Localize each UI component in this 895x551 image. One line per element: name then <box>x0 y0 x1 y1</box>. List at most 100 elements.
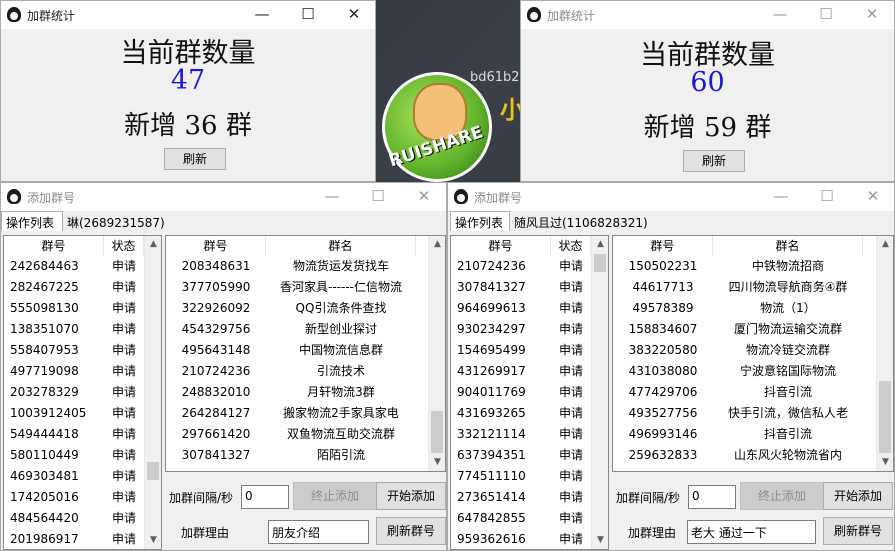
column-header-status[interactable]: 状态 <box>104 236 144 256</box>
table-row[interactable]: 549444418 申请 <box>4 424 144 445</box>
table-row[interactable]: 964699613 申请 <box>451 298 591 319</box>
table-row[interactable]: 297661420 双鱼物流互助交流群 <box>166 424 416 445</box>
refresh-button[interactable]: 刷新 <box>164 148 226 170</box>
table-row[interactable]: 242684463 申请 <box>4 256 144 277</box>
table-row[interactable]: 150502231 中铁物流招商 <box>613 256 863 277</box>
table-row[interactable]: 259632833 山东风火轮物流省内 <box>613 445 863 466</box>
table-row[interactable]: 49578389 物流（1） <box>613 298 863 319</box>
tab-operation-list[interactable]: 操作列表 <box>450 211 510 231</box>
scroll-up-arrow-icon[interactable]: ▲ <box>877 236 893 253</box>
table-row[interactable]: 431693265 申请 <box>451 403 591 424</box>
table-row[interactable]: 210724236 引流技术 <box>166 361 416 382</box>
table-row[interactable]: 431269917 申请 <box>451 361 591 382</box>
group-search-list[interactable]: 群号 群名 150502231 中铁物流招商 44617713 四川物流导航商务④群 4… <box>612 235 894 472</box>
table-row[interactable]: 774511110 申请 <box>451 466 591 487</box>
refresh-button[interactable]: 刷新 <box>683 150 745 172</box>
maximize-button[interactable]: ☐ <box>355 183 401 211</box>
vertical-scrollbar[interactable]: ▲ ▼ <box>144 236 161 549</box>
table-row[interactable]: 158834607 厦门物流运输交流群 <box>613 319 863 340</box>
scroll-down-arrow-icon[interactable]: ▼ <box>145 532 161 549</box>
table-row[interactable]: 273651414 申请 <box>451 487 591 508</box>
table-row[interactable]: 493527756 快手引流，微信私人老 <box>613 403 863 424</box>
column-header-group-name[interactable]: 群名 <box>266 236 416 256</box>
vertical-scrollbar[interactable]: ▲ ▼ <box>428 236 445 471</box>
table-row[interactable]: 322926092 QQ引流条件查找 <box>166 298 416 319</box>
table-row[interactable]: 647842855 申请 <box>451 508 591 529</box>
table-row[interactable]: 904011769 申请 <box>451 382 591 403</box>
scroll-down-arrow-icon[interactable]: ▼ <box>877 454 893 471</box>
table-row[interactable]: 44617713 四川物流导航商务④群 <box>613 277 863 298</box>
start-add-button[interactable]: 开始添加 <box>823 482 893 510</box>
stop-add-button[interactable]: 终止添加 <box>293 482 377 510</box>
vertical-scrollbar[interactable]: ▲ ▼ <box>876 236 893 471</box>
scroll-thumb[interactable] <box>879 381 891 453</box>
table-row[interactable]: 431038080 宁波意铭国际物流 <box>613 361 863 382</box>
table-row[interactable]: 203278329 申请 <box>4 382 144 403</box>
minimize-button[interactable]: — <box>239 1 285 29</box>
column-header-group-id[interactable]: 群号 <box>613 236 713 256</box>
table-row[interactable]: 174205016 申请 <box>4 487 144 508</box>
table-row[interactable]: 495643148 中国物流信息群 <box>166 340 416 361</box>
scroll-down-arrow-icon[interactable]: ▼ <box>429 454 445 471</box>
refresh-groups-button[interactable]: 刷新群号 <box>376 517 446 545</box>
table-row[interactable]: 555098130 申请 <box>4 298 144 319</box>
tab-operation-list[interactable]: 操作列表 <box>1 211 63 231</box>
table-row[interactable]: 248832010 月轩物流3群 <box>166 382 416 403</box>
minimize-button[interactable]: — <box>757 1 803 29</box>
table-row[interactable]: 637394351 申请 <box>451 445 591 466</box>
column-header-group-id[interactable]: 群号 <box>451 236 551 256</box>
group-search-list[interactable]: 群号 群名 208348631 物流货运发货找车 377705990 香河家具----… <box>165 235 446 472</box>
column-header-status[interactable]: 状态 <box>551 236 591 256</box>
applied-group-list[interactable]: 群号 状态 242684463 申请 282467225 申请 555098130 申请 1… <box>3 235 162 550</box>
table-row[interactable]: 154695499 申请 <box>451 340 591 361</box>
table-row[interactable]: 496993146 抖音引流 <box>613 424 863 445</box>
maximize-button[interactable]: ☐ <box>285 1 331 29</box>
table-row[interactable]: 930234297 申请 <box>451 319 591 340</box>
table-row[interactable]: 264284127 搬家物流2手家具家电 <box>166 403 416 424</box>
start-add-button[interactable]: 开始添加 <box>376 482 446 510</box>
scroll-up-arrow-icon[interactable]: ▲ <box>592 236 608 253</box>
interval-input[interactable]: 0 <box>688 485 736 509</box>
table-row[interactable]: 332121114 申请 <box>451 424 591 445</box>
scroll-thumb[interactable] <box>594 254 606 272</box>
table-row[interactable]: 210724236 申请 <box>451 256 591 277</box>
table-row[interactable]: 208348631 物流货运发货找车 <box>166 256 416 277</box>
table-row[interactable]: 1003912405 申请 <box>4 403 144 424</box>
maximize-button[interactable]: ☐ <box>803 1 849 29</box>
table-row[interactable]: 282467225 申请 <box>4 277 144 298</box>
interval-input[interactable]: 0 <box>241 485 289 509</box>
maximize-button[interactable]: ☐ <box>804 183 850 211</box>
column-header-group-name[interactable]: 群名 <box>713 236 863 256</box>
scroll-up-arrow-icon[interactable]: ▲ <box>145 236 161 253</box>
table-row[interactable]: 580110449 申请 <box>4 445 144 466</box>
scroll-thumb[interactable] <box>431 411 443 453</box>
table-row[interactable]: 469303481 申请 <box>4 466 144 487</box>
table-row[interactable]: 377705990 香河家具------仁信物流 <box>166 277 416 298</box>
table-row[interactable]: 558407953 申请 <box>4 340 144 361</box>
table-row[interactable]: 959362616 申请 <box>451 529 591 549</box>
close-button[interactable]: ✕ <box>850 183 895 211</box>
close-button[interactable]: ✕ <box>331 1 377 29</box>
table-row[interactable]: 383220580 物流冷链交流群 <box>613 340 863 361</box>
scroll-up-arrow-icon[interactable]: ▲ <box>429 236 445 253</box>
table-row[interactable]: 484564420 申请 <box>4 508 144 529</box>
column-header-group-id[interactable]: 群号 <box>4 236 104 256</box>
table-row[interactable]: 307841327 陌陌引流 <box>166 445 416 466</box>
close-button[interactable]: ✕ <box>849 1 895 29</box>
table-row[interactable]: 201986917 申请 <box>4 529 144 549</box>
vertical-scrollbar[interactable]: ▲ ▼ <box>591 236 608 549</box>
applied-group-list[interactable]: 群号 状态 210724236 申请 307841327 申请 964699613 申请 9… <box>450 235 609 550</box>
table-row[interactable]: 497719098 申请 <box>4 361 144 382</box>
stop-add-button[interactable]: 终止添加 <box>740 482 824 510</box>
minimize-button[interactable]: — <box>309 183 355 211</box>
table-row[interactable]: 138351070 申请 <box>4 319 144 340</box>
close-button[interactable]: ✕ <box>401 183 447 211</box>
scroll-down-arrow-icon[interactable]: ▼ <box>592 532 608 549</box>
column-header-group-id[interactable]: 群号 <box>166 236 266 256</box>
refresh-groups-button[interactable]: 刷新群号 <box>823 517 893 545</box>
table-row[interactable]: 454329756 新型创业探讨 <box>166 319 416 340</box>
reason-input[interactable]: 老大 通过一下 <box>687 520 816 544</box>
minimize-button[interactable]: — <box>758 183 804 211</box>
table-row[interactable]: 307841327 申请 <box>451 277 591 298</box>
table-row[interactable]: 477429706 抖音引流 <box>613 382 863 403</box>
